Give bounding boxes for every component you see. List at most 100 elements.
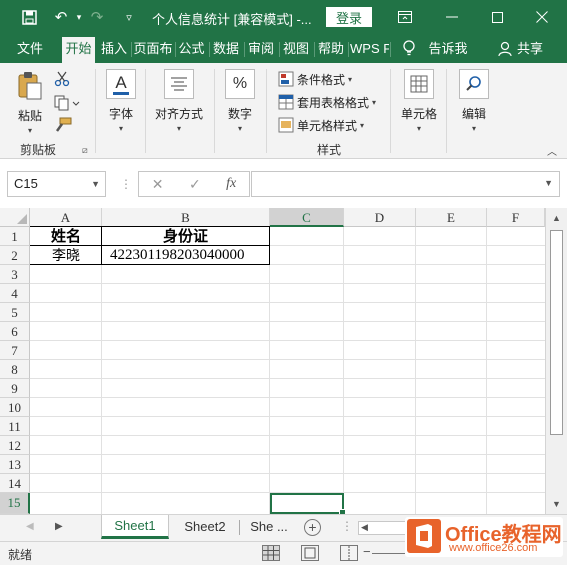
minimize-icon[interactable] — [437, 5, 467, 29]
collapse-ribbon-icon[interactable]: ︿ — [547, 143, 557, 158]
customize-quick-access-icon[interactable]: ▿ — [118, 7, 140, 27]
column-header-b[interactable]: B — [102, 208, 270, 227]
redo-icon[interactable]: ↷ — [86, 7, 108, 27]
active-cell-c15[interactable] — [270, 493, 346, 516]
row-header-15[interactable]: 15 — [0, 493, 30, 514]
tab-help[interactable]: 帮助 — [315, 35, 347, 63]
enter-check-icon[interactable]: ✓ — [189, 176, 201, 193]
row-header-14[interactable]: 14 — [0, 474, 30, 493]
tab-page-layout[interactable]: 页面布 — [132, 35, 174, 63]
align-lines-icon — [164, 69, 194, 99]
format-as-table-button[interactable]: 套用表格格式 ▾ — [278, 92, 376, 112]
tab-review[interactable]: 审阅 — [245, 35, 277, 63]
office-logo-icon — [407, 519, 441, 553]
font-a-icon: A — [106, 69, 136, 99]
row-header-12[interactable]: 12 — [0, 436, 30, 455]
row-header-7[interactable]: 7 — [0, 341, 30, 360]
page-break-view-icon[interactable] — [340, 545, 358, 561]
scroll-left-icon[interactable]: ◀ — [361, 522, 368, 533]
save-icon[interactable] — [18, 7, 40, 27]
percent-icon: % — [225, 69, 255, 99]
page-layout-view-icon[interactable] — [301, 545, 319, 561]
tab-wps[interactable]: WPS P — [350, 35, 389, 63]
conditional-format-label: 条件格式 — [297, 72, 346, 87]
tab-insert[interactable]: 插入 — [98, 35, 130, 63]
cell-styles-button[interactable]: 单元格样式 ▾ — [278, 115, 364, 135]
column-header-c[interactable]: C — [270, 208, 344, 227]
vertical-scrollbar[interactable]: ▲ ▼ — [545, 208, 567, 514]
conditional-format-button[interactable]: 条件格式 ▾ — [278, 69, 352, 89]
login-button[interactable]: 登录 — [326, 7, 372, 27]
expand-formula-bar-icon[interactable]: ▼ — [544, 178, 553, 188]
styles-group-label: 样式 — [317, 143, 342, 157]
ribbon-display-options-icon[interactable] — [390, 5, 420, 29]
cells-label: 单元格 — [401, 107, 438, 121]
row-header-2[interactable]: 2 — [0, 246, 30, 265]
zoom-out-icon[interactable]: − — [363, 544, 371, 559]
sheet-tab-more[interactable]: She ... — [244, 515, 294, 539]
font-button[interactable]: A 字体 ▾ — [106, 69, 136, 133]
add-sheet-icon[interactable]: + — [304, 519, 321, 536]
cell-a2[interactable]: 李晓 — [31, 246, 101, 265]
share-button[interactable]: 共享 — [514, 35, 546, 63]
sheet-tab-sheet1[interactable]: Sheet1 — [101, 515, 169, 539]
tab-file[interactable]: 文件 — [8, 35, 52, 63]
name-box-dropdown-icon[interactable]: ▼ — [91, 172, 100, 196]
column-header-e[interactable]: E — [416, 208, 487, 227]
tab-data[interactable]: 数据 — [210, 35, 242, 63]
row-header-5[interactable]: 5 — [0, 303, 30, 322]
sheet-next-icon[interactable]: ▶ — [55, 521, 63, 532]
row-header-9[interactable]: 9 — [0, 379, 30, 398]
font-label: 字体 — [108, 107, 133, 121]
cell-a1[interactable]: 姓名 — [31, 227, 101, 246]
alignment-label: 对齐方式 — [155, 107, 204, 121]
tab-formulas[interactable]: 公式 — [176, 35, 207, 63]
scroll-down-icon[interactable]: ▼ — [550, 498, 563, 511]
tab-view[interactable]: 视图 — [280, 35, 312, 63]
number-button[interactable]: % 数字 ▾ — [225, 69, 255, 133]
scroll-up-icon[interactable]: ▲ — [550, 212, 563, 225]
editing-button[interactable]: 编辑 ▾ — [459, 69, 489, 133]
clipboard-dialog-launcher-icon[interactable]: ⧄ — [82, 145, 88, 156]
sheet-tab-sheet2[interactable]: Sheet2 — [172, 515, 238, 539]
column-header-d[interactable]: D — [344, 208, 416, 227]
select-all-corner[interactable] — [0, 208, 30, 227]
row-header-10[interactable]: 10 — [0, 398, 30, 417]
conditional-format-icon — [278, 71, 294, 87]
cut-icon[interactable] — [54, 71, 70, 87]
sheet-prev-icon[interactable]: ◀ — [26, 521, 34, 532]
tab-split-grip-icon[interactable]: ⋮ — [341, 519, 353, 533]
tell-me-search[interactable]: 告诉我 — [426, 35, 470, 63]
column-header-f[interactable]: F — [487, 208, 545, 227]
cell-b1[interactable]: 身份证 — [102, 227, 269, 246]
share-user-icon[interactable] — [494, 35, 516, 63]
cells-button[interactable]: 单元格 ▾ — [401, 69, 437, 133]
normal-view-icon[interactable] — [262, 545, 280, 561]
vertical-scroll-thumb[interactable] — [550, 230, 563, 435]
row-header-8[interactable]: 8 — [0, 360, 30, 379]
row-header-4[interactable]: 4 — [0, 284, 30, 303]
column-header-a[interactable]: A — [30, 208, 102, 227]
row-header-13[interactable]: 13 — [0, 455, 30, 474]
lightbulb-icon[interactable] — [398, 35, 420, 63]
paste-button[interactable]: 粘贴 ▾ — [15, 71, 45, 135]
row-header-3[interactable]: 3 — [0, 265, 30, 284]
insert-function-icon[interactable]: fx — [226, 176, 236, 192]
format-painter-icon[interactable] — [54, 117, 72, 133]
row-header-1[interactable]: 1 — [0, 227, 30, 246]
cell-b2[interactable]: 422301198203040000 — [102, 246, 269, 265]
maximize-icon[interactable] — [482, 5, 512, 29]
copy-icon[interactable] — [54, 95, 80, 111]
ribbon-tabs: 文件 开始 插入 页面布 公式 数据 审阅 视图 帮助 WPS P 告诉我 共享 — [0, 35, 567, 63]
table-format-label: 套用表格格式 — [297, 95, 370, 110]
alignment-button[interactable]: 对齐方式 ▾ — [155, 69, 203, 133]
clipboard-group-label: 剪贴板 — [20, 143, 57, 157]
close-icon[interactable] — [527, 5, 557, 29]
formula-input[interactable]: ▼ — [251, 171, 560, 197]
tab-home[interactable]: 开始 — [62, 35, 95, 63]
cancel-icon[interactable]: ✕ — [152, 176, 164, 193]
row-header-11[interactable]: 11 — [0, 417, 30, 436]
name-box[interactable]: C15 ▼ — [7, 171, 106, 197]
row-header-6[interactable]: 6 — [0, 322, 30, 341]
svg-text:A: A — [115, 73, 127, 92]
